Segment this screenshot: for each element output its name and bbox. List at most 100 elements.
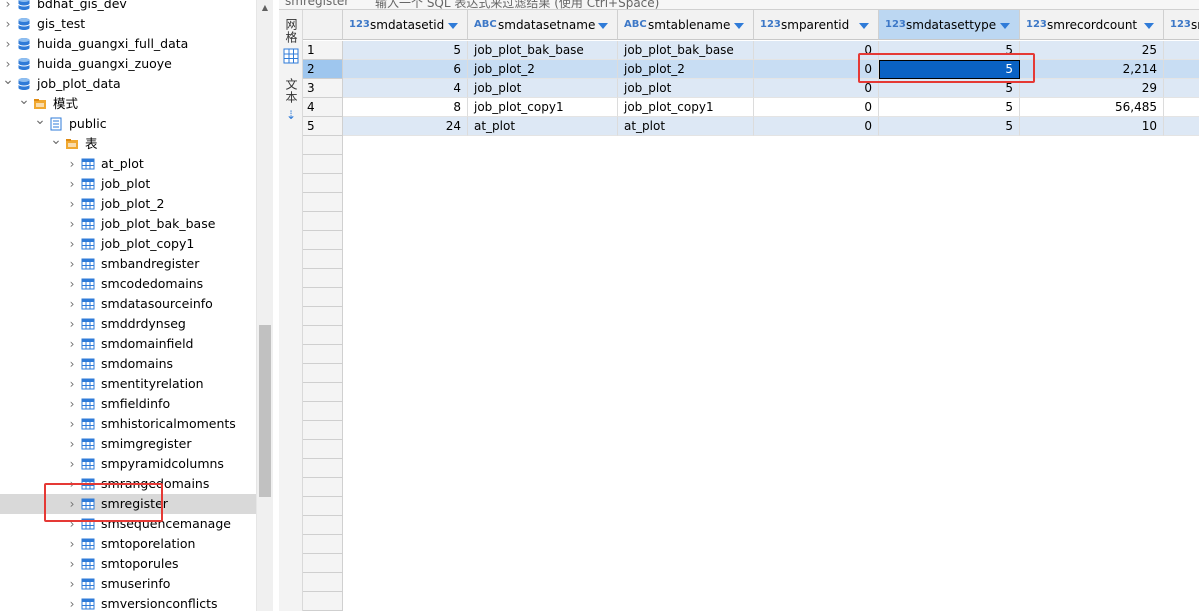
grid-cell-smdatasetid[interactable]: 24 bbox=[343, 117, 468, 136]
grid-cell-smdatasetid[interactable]: 5 bbox=[343, 41, 468, 60]
grid-cell-overflow[interactable] bbox=[1164, 98, 1199, 117]
chevron-right-icon[interactable]: › bbox=[66, 314, 78, 334]
chevron-down-icon[interactable]: ⌄ bbox=[50, 130, 62, 150]
tree-item-huida_guangxi_zuoye[interactable]: › huida_guangxi_zuoye bbox=[0, 54, 256, 74]
grid-cell-smtablename[interactable]: job_plot_bak_base bbox=[618, 41, 754, 60]
tree-item-smddrdynseg[interactable]: › smddrdynseg bbox=[0, 314, 256, 334]
navigator-scrollbar[interactable]: ▲ bbox=[256, 0, 273, 611]
navigator-scroll-thumb[interactable] bbox=[259, 325, 271, 497]
chevron-right-icon[interactable]: › bbox=[66, 174, 78, 194]
chevron-right-icon[interactable]: › bbox=[66, 594, 78, 611]
row-number[interactable]: 4 bbox=[303, 98, 343, 117]
tree-item-smentityrelation[interactable]: › smentityrelation bbox=[0, 374, 256, 394]
sort-filter-icon[interactable] bbox=[734, 23, 744, 29]
grid-cell-smparentid[interactable]: 0 bbox=[754, 79, 879, 98]
chevron-right-icon[interactable]: › bbox=[66, 274, 78, 294]
chevron-right-icon[interactable]: › bbox=[66, 474, 78, 494]
tree-item-smversionconflicts[interactable]: › smversionconflicts bbox=[0, 594, 256, 611]
tree-item-job_plot_data[interactable]: ⌄ job_plot_data bbox=[0, 72, 256, 94]
text-view-toggle[interactable]: 文本 bbox=[282, 76, 300, 106]
tree-item-smrangedomains[interactable]: › smrangedomains bbox=[0, 474, 256, 494]
grid-cell-overflow[interactable] bbox=[1164, 79, 1199, 98]
tree-item-smhistoricalmoments[interactable]: › smhistoricalmoments bbox=[0, 414, 256, 434]
grid-cell-smrecordcount[interactable]: 29 bbox=[1020, 79, 1164, 98]
chevron-right-icon[interactable]: › bbox=[66, 254, 78, 274]
sort-filter-icon[interactable] bbox=[448, 23, 458, 29]
tree-item-public[interactable]: ⌄ public bbox=[0, 112, 256, 134]
format-arrow-icon[interactable]: ⇣ bbox=[282, 108, 300, 126]
grid-cell-smparentid[interactable]: 0 bbox=[754, 98, 879, 117]
grid-cell-smrecordcount[interactable]: 10 bbox=[1020, 117, 1164, 136]
tree-item-huida_guangxi_full_data[interactable]: › huida_guangxi_full_data bbox=[0, 34, 256, 54]
chevron-down-icon[interactable]: ⌄ bbox=[34, 110, 46, 130]
tree-item-at_plot[interactable]: › at_plot bbox=[0, 154, 256, 174]
tree-item-smimgregister[interactable]: › smimgregister bbox=[0, 434, 256, 454]
grid-cell-smparentid[interactable]: 0 bbox=[754, 117, 879, 136]
column-header-smdatasettype[interactable]: 123 smdatasettype bbox=[879, 10, 1020, 40]
chevron-right-icon[interactable]: › bbox=[66, 514, 78, 534]
table-tab-label[interactable]: smregister bbox=[285, 0, 349, 8]
grid-cell-smdatasettype[interactable]: 5 bbox=[879, 98, 1020, 117]
chevron-right-icon[interactable]: › bbox=[66, 194, 78, 214]
chevron-right-icon[interactable]: › bbox=[66, 154, 78, 174]
chevron-right-icon[interactable]: › bbox=[2, 34, 14, 54]
grid-cell-smdatasettype[interactable]: 5 bbox=[879, 117, 1020, 136]
tree-item-smdatasourceinfo[interactable]: › smdatasourceinfo bbox=[0, 294, 256, 314]
tree-item-smsequencemanage[interactable]: › smsequencemanage bbox=[0, 514, 256, 534]
tree-item-smbandregister[interactable]: › smbandregister bbox=[0, 254, 256, 274]
grid-cell-smrecordcount[interactable]: 25 bbox=[1020, 41, 1164, 60]
column-header-smdatasetname[interactable]: ABC smdatasetname bbox=[468, 10, 618, 40]
grid-cell-smdatasettype[interactable]: 5 bbox=[879, 79, 1020, 98]
scroll-up-arrow-icon[interactable]: ▲ bbox=[257, 0, 273, 16]
chevron-down-icon[interactable]: ⌄ bbox=[18, 90, 30, 110]
sort-filter-icon[interactable] bbox=[1144, 23, 1154, 29]
tree-item-bdhat_gis_dev[interactable]: › bdhat_gis_dev bbox=[0, 0, 256, 14]
chevron-right-icon[interactable]: › bbox=[2, 0, 14, 14]
column-header-smparentid[interactable]: 123 smparentid bbox=[754, 10, 879, 40]
column-header-sm[interactable]: 123sm bbox=[1164, 10, 1199, 40]
chevron-right-icon[interactable]: › bbox=[66, 394, 78, 414]
grid-cell-overflow[interactable] bbox=[1164, 117, 1199, 136]
chevron-right-icon[interactable]: › bbox=[66, 434, 78, 454]
grid-icon[interactable] bbox=[282, 48, 300, 66]
chevron-down-icon[interactable]: ⌄ bbox=[2, 70, 14, 90]
row-number[interactable]: 2 bbox=[303, 60, 343, 79]
chevron-right-icon[interactable]: › bbox=[66, 354, 78, 374]
chevron-right-icon[interactable]: › bbox=[66, 374, 78, 394]
grid-cell-smparentid[interactable]: 0 bbox=[754, 41, 879, 60]
grid-cell-smdatasetid[interactable]: 4 bbox=[343, 79, 468, 98]
grid-cell-smtablename[interactable]: job_plot_copy1 bbox=[618, 98, 754, 117]
row-number[interactable]: 5 bbox=[303, 117, 343, 136]
column-header-smdatasetid[interactable]: 123 smdatasetid bbox=[343, 10, 468, 40]
tree-item-gis_test[interactable]: › gis_test bbox=[0, 14, 256, 34]
row-number[interactable]: 3 bbox=[303, 79, 343, 98]
tree-item-smdomainfield[interactable]: › smdomainfield bbox=[0, 334, 256, 354]
chevron-right-icon[interactable]: › bbox=[66, 234, 78, 254]
grid-cell-smdatasetname[interactable]: at_plot bbox=[468, 117, 618, 136]
chevron-right-icon[interactable]: › bbox=[66, 574, 78, 594]
sort-filter-icon[interactable] bbox=[598, 23, 608, 29]
grid-cell-smtablename[interactable]: at_plot bbox=[618, 117, 754, 136]
grid-cell-smdatasetid[interactable]: 6 bbox=[343, 60, 468, 79]
tree-item-smtoporules[interactable]: › smtoporules bbox=[0, 554, 256, 574]
chevron-right-icon[interactable]: › bbox=[66, 554, 78, 574]
sort-filter-icon[interactable] bbox=[1000, 23, 1010, 29]
tree-item-smregister[interactable]: › smregister bbox=[0, 494, 256, 514]
column-header-smtablename[interactable]: ABC smtablename bbox=[618, 10, 754, 40]
grid-cell-overflow[interactable] bbox=[1164, 60, 1199, 79]
chevron-right-icon[interactable]: › bbox=[2, 14, 14, 34]
grid-cell-smdatasettype[interactable]: 5 bbox=[879, 41, 1020, 60]
tree-item-smdomains[interactable]: › smdomains bbox=[0, 354, 256, 374]
chevron-right-icon[interactable]: › bbox=[66, 294, 78, 314]
grid-view-toggle[interactable]: 网格 bbox=[282, 16, 300, 46]
chevron-right-icon[interactable]: › bbox=[66, 454, 78, 474]
tree-item-smuserinfo[interactable]: › smuserinfo bbox=[0, 574, 256, 594]
grid-cell-smrecordcount[interactable]: 2,214 bbox=[1020, 60, 1164, 79]
chevron-right-icon[interactable]: › bbox=[66, 534, 78, 554]
chevron-right-icon[interactable]: › bbox=[66, 214, 78, 234]
tree-item-job_plot_bak_base[interactable]: › job_plot_bak_base bbox=[0, 214, 256, 234]
grid-cell-smparentid[interactable]: 0 bbox=[754, 60, 879, 79]
tree-item-job_plot_2[interactable]: › job_plot_2 bbox=[0, 194, 256, 214]
tree-item-job_plot_copy1[interactable]: › job_plot_copy1 bbox=[0, 234, 256, 254]
tree-item-[interactable]: ⌄ 表 bbox=[0, 132, 256, 154]
